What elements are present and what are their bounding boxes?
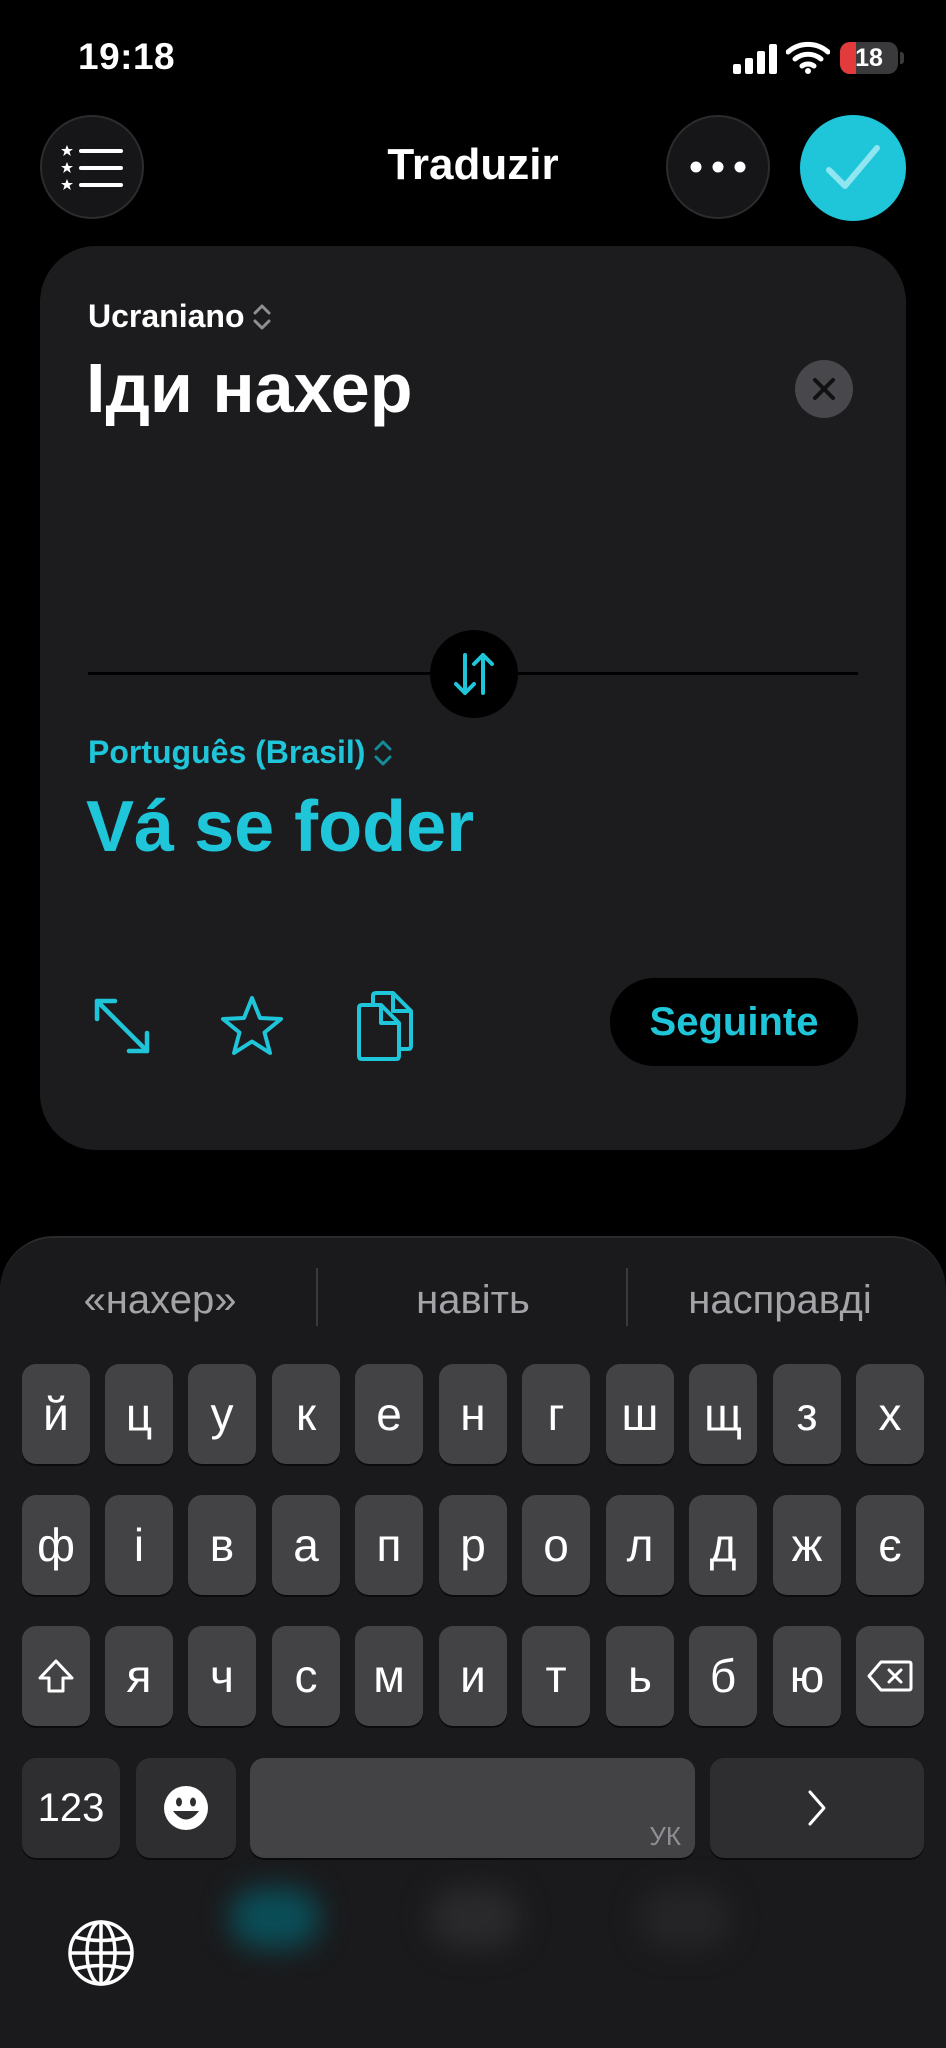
more-options-button[interactable] xyxy=(666,115,770,219)
key[interactable]: ч xyxy=(188,1626,256,1726)
return-chevron-icon xyxy=(808,1790,826,1826)
suggestion-1[interactable]: «нахер» xyxy=(10,1260,310,1340)
source-text-input[interactable]: Іди нахер xyxy=(86,348,412,428)
backspace-icon xyxy=(867,1660,913,1692)
key[interactable]: х xyxy=(856,1364,924,1464)
status-time: 19:18 xyxy=(78,36,176,77)
ellipsis-icon xyxy=(690,161,746,173)
star-icon xyxy=(221,996,283,1055)
status-bar: 19:18 18 xyxy=(0,0,946,120)
clear-text-button[interactable] xyxy=(795,360,853,418)
emoji-key[interactable] xyxy=(136,1758,236,1858)
shift-key[interactable] xyxy=(22,1626,90,1726)
suggestion-2[interactable]: навіть xyxy=(318,1260,628,1340)
swap-arrows-icon xyxy=(454,653,494,695)
key[interactable]: о xyxy=(522,1495,590,1595)
key[interactable]: з xyxy=(773,1364,841,1464)
close-icon xyxy=(813,378,835,400)
key[interactable]: е xyxy=(355,1364,423,1464)
battery-indicator: 18 xyxy=(840,42,898,74)
done-button[interactable] xyxy=(800,115,906,221)
backspace-key[interactable] xyxy=(856,1626,924,1726)
key[interactable]: я xyxy=(105,1626,173,1726)
globe-icon[interactable] xyxy=(66,1918,136,1988)
background-blur xyxy=(230,1888,320,1948)
wifi-icon xyxy=(786,41,830,74)
key[interactable]: б xyxy=(689,1626,757,1726)
emoji-icon xyxy=(164,1786,208,1830)
key[interactable]: а xyxy=(272,1495,340,1595)
keyboard: «нахер» навіть насправді й ц у к е н г ш… xyxy=(0,1236,946,2048)
key[interactable]: ш xyxy=(606,1364,674,1464)
battery-level: 18 xyxy=(855,44,883,72)
cellular-signal-icon xyxy=(733,44,777,74)
key[interactable]: ф xyxy=(22,1495,90,1595)
key[interactable]: ц xyxy=(105,1364,173,1464)
source-language-selector[interactable]: Ucraniano xyxy=(88,298,272,335)
key[interactable]: у xyxy=(188,1364,256,1464)
source-language-label: Ucraniano xyxy=(88,298,245,334)
checkmark-icon xyxy=(826,145,880,189)
key[interactable]: г xyxy=(522,1364,590,1464)
battery-tip xyxy=(900,52,904,64)
key[interactable]: и xyxy=(439,1626,507,1726)
swap-languages-button[interactable] xyxy=(430,630,518,718)
return-key[interactable] xyxy=(710,1758,924,1858)
key[interactable]: т xyxy=(522,1626,590,1726)
key[interactable]: і xyxy=(105,1495,173,1595)
key[interactable]: к xyxy=(272,1364,340,1464)
key[interactable]: ь xyxy=(606,1626,674,1726)
suggestion-divider xyxy=(626,1268,628,1326)
space-key[interactable]: УК xyxy=(250,1758,695,1858)
translated-text: Vá se foder xyxy=(86,787,475,867)
translation-card: Ucraniano Іди нахер Português (Brasil) V… xyxy=(40,246,906,1150)
key[interactable]: й xyxy=(22,1364,90,1464)
suggestion-3[interactable]: насправді xyxy=(630,1260,930,1340)
key[interactable]: д xyxy=(689,1495,757,1595)
background-blur xyxy=(640,1888,730,1948)
background-blur xyxy=(430,1888,520,1948)
key[interactable]: ж xyxy=(773,1495,841,1595)
target-language-label: Português (Brasil) xyxy=(88,734,366,770)
key[interactable]: щ xyxy=(689,1364,757,1464)
copy-button[interactable] xyxy=(346,986,426,1066)
key[interactable]: п xyxy=(355,1495,423,1595)
up-down-chevron-icon xyxy=(253,304,271,329)
key[interactable]: є xyxy=(856,1495,924,1595)
next-button[interactable]: Seguinte xyxy=(610,978,858,1066)
key[interactable]: р xyxy=(439,1495,507,1595)
key[interactable]: н xyxy=(439,1364,507,1464)
numbers-key[interactable]: 123 xyxy=(22,1758,120,1858)
key[interactable]: ю xyxy=(773,1626,841,1726)
key[interactable]: м xyxy=(355,1626,423,1726)
favorite-button[interactable] xyxy=(212,986,292,1066)
shift-icon xyxy=(38,1659,74,1693)
copy-icon xyxy=(357,991,413,1061)
target-language-selector[interactable]: Português (Brasil) xyxy=(88,734,393,771)
key[interactable]: в xyxy=(188,1495,256,1595)
expand-button[interactable] xyxy=(82,986,162,1066)
expand-arrows-icon xyxy=(94,998,150,1054)
keyboard-language-tag: УК xyxy=(649,1821,681,1851)
key[interactable]: с xyxy=(272,1626,340,1726)
key[interactable]: л xyxy=(606,1495,674,1595)
up-down-chevron-icon xyxy=(374,740,392,765)
